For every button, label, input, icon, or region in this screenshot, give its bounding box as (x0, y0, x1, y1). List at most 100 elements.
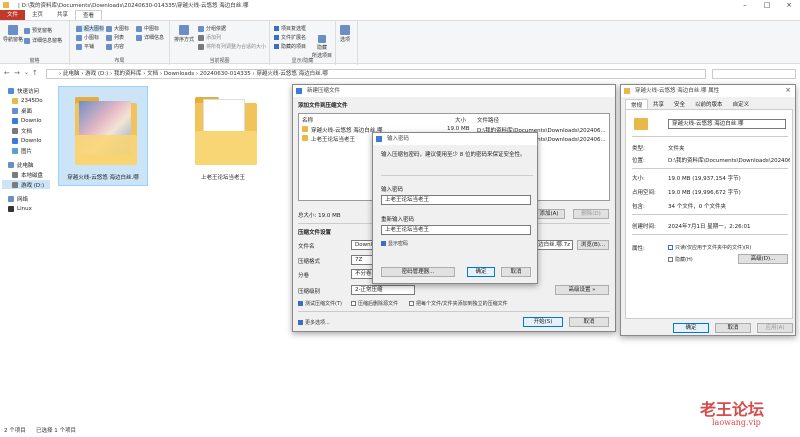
hide-selected-button[interactable]: 隐藏 所选项目 (312, 35, 332, 59)
group-label: 当前视图 (209, 58, 230, 64)
file-extensions-toggle[interactable]: 文件扩展名 (274, 34, 306, 41)
tab-customize[interactable]: 自定义 (728, 99, 755, 109)
group-by-button[interactable]: 分组依据 (198, 25, 226, 32)
show-password-toggle[interactable]: 显示密码 (381, 240, 408, 247)
close-button[interactable]: × (778, 0, 800, 10)
level-select[interactable]: 2-正常压缩 (351, 285, 415, 295)
file-explorer-window: | D:\我的资料库\Documents\Downloads\20240630-… (0, 0, 800, 437)
delete-button[interactable]: 删除(D) (573, 209, 609, 219)
nav-pane: 快速访问 2345Do 桌面 Downlo 文档 Downlo 图片 此电脑 本… (0, 84, 52, 424)
nav-item[interactable]: 本地磁盘 (12, 170, 43, 179)
nav-item[interactable]: 2345Do (12, 96, 43, 105)
back-icon[interactable]: ← (4, 69, 10, 77)
layout-tiles[interactable]: 平铺 (76, 43, 94, 50)
linux-icon (8, 205, 14, 212)
more-options[interactable]: 更多选项... (298, 319, 330, 326)
file-name: 上老王论坛当老王 (200, 175, 245, 181)
checkbox-icon (274, 44, 279, 49)
checkbox-icon (381, 241, 386, 246)
tab-home[interactable]: 主页 (25, 10, 50, 20)
tab-previous-versions[interactable]: 以前的版本 (690, 99, 728, 109)
layout-xl-icons[interactable]: 超大图标 (76, 25, 105, 32)
minimize-button[interactable]: – (734, 0, 756, 10)
cancel-button[interactable]: 取消 (501, 267, 531, 277)
hidden-items-toggle[interactable]: 隐藏的项目 (274, 43, 306, 50)
group-label: 窗格 (29, 58, 40, 64)
location-value: D:\我的资料库\Documents\Downloads\20240630-( (668, 158, 790, 164)
add-column-button[interactable]: 添加列 (198, 34, 221, 41)
file-item[interactable]: 上老王论坛当老王 (178, 86, 268, 186)
sort-icon (179, 25, 189, 35)
file-item[interactable]: 穿越火线-云悠悠 海边白丝.哪 (58, 86, 148, 186)
layout-details[interactable]: 详细信息 (136, 34, 164, 41)
test-archive-option[interactable]: 测试压缩文件(T) (298, 300, 342, 307)
preview-pane-button[interactable]: 预览窗格 (24, 27, 52, 34)
nav-item[interactable]: Downlo (12, 136, 41, 145)
key-icon (376, 136, 382, 142)
delete-source-option[interactable]: 压缩后删除源文件 (351, 300, 398, 307)
item-checkboxes-toggle[interactable]: 项目复选框 (274, 25, 306, 32)
readonly-checkbox[interactable]: 只读(仅应用于文件夹中的文件)(R) (668, 244, 751, 251)
tab-view[interactable]: 查看 (75, 10, 103, 20)
password-label: 输入密码 (381, 187, 404, 193)
nav-item[interactable]: 文档 (12, 126, 32, 135)
password-manager-button[interactable]: 密码管理器... (381, 267, 455, 277)
cancel-button[interactable]: 取消 (569, 317, 609, 327)
apply-button[interactable]: 应用(A) (757, 323, 793, 333)
general-tab-panel: 穿越火线-云悠悠 海边白丝.哪 类型: 文件夹 位置: D:\我的资料库\Doc… (625, 109, 793, 319)
checkbox-icon (668, 257, 673, 262)
forward-icon[interactable]: → (14, 69, 20, 77)
nav-item-selected[interactable]: 游戏 (D:) (2, 180, 50, 189)
window-title: | D:\我的资料库\Documents\Downloads\20240630-… (18, 3, 249, 9)
layout-content[interactable]: 内容 (106, 43, 124, 50)
document-icon (12, 127, 18, 134)
fit-columns-button[interactable]: 将所有列调整为合适的大小 (198, 43, 266, 50)
tab-sharing[interactable]: 共享 (648, 99, 669, 109)
tab-general[interactable]: 常规 (625, 99, 649, 109)
up-icon[interactable]: ↑ (32, 69, 38, 77)
tab-security[interactable]: 安全 (669, 99, 690, 109)
recent-chevron-icon[interactable]: ⌄ (24, 69, 29, 76)
ok-button[interactable]: 确定 (467, 267, 495, 277)
column-header[interactable]: 大小 (455, 116, 466, 124)
nav-network[interactable]: 网络 (8, 194, 28, 203)
layout-medium-icons[interactable]: 中图标 (136, 25, 159, 32)
nav-item[interactable]: Downlo (12, 116, 41, 125)
layout-list[interactable]: 列表 (106, 34, 124, 41)
checkbox-icon (668, 245, 673, 250)
layout-large-icons[interactable]: 大图标 (106, 25, 129, 32)
cancel-button[interactable]: 取消 (715, 323, 751, 333)
search-input[interactable] (712, 69, 796, 79)
dialog-title: 新建压缩文件 (293, 85, 615, 97)
options-button[interactable]: 选项 (340, 25, 350, 43)
advanced-button[interactable]: 高级(D)... (738, 254, 788, 264)
nav-quick-access[interactable]: 快速访问 (8, 86, 39, 95)
hidden-checkbox[interactable]: 隐藏(H) (668, 256, 693, 263)
separate-archives-option[interactable]: 把每个文件/文件夹添加到独立的压缩文件 (409, 300, 508, 307)
nav-linux[interactable]: Linux (8, 204, 32, 213)
close-icon[interactable]: × (785, 86, 791, 94)
split-label: 分卷 (298, 273, 310, 279)
confirm-password-field[interactable]: 上老王论坛当老王 (381, 225, 531, 235)
sort-by-button[interactable]: 排序方式 (174, 25, 194, 43)
password-field[interactable]: 上老王论坛当老王 (381, 195, 531, 205)
column-header[interactable]: 名称 (302, 116, 313, 124)
browse-button[interactable]: 浏览(B)... (577, 240, 609, 250)
start-button[interactable]: 开始(S) (523, 317, 563, 327)
tab-share[interactable]: 共享 (50, 10, 75, 20)
breadcrumb: › 此电脑 › 游戏 (D:) › 我的资料库 › 文档 › Downloads… (59, 71, 328, 77)
address-bar[interactable]: › 此电脑 › 游戏 (D:) › 我的资料库 › 文档 › Downloads… (46, 69, 706, 79)
nav-item[interactable]: 图片 (12, 146, 32, 155)
tab-file[interactable]: 文件 (0, 10, 26, 20)
folder-name-field[interactable]: 穿越火线-云悠悠 海边白丝.哪 (668, 119, 786, 129)
maximize-button[interactable]: □ (756, 0, 778, 10)
layout-small-icons[interactable]: 小图标 (76, 34, 99, 41)
nav-item[interactable]: 桌面 (12, 106, 32, 115)
details-pane-button[interactable]: 详细信息窗格 (24, 37, 62, 44)
nav-pane-button[interactable]: 导航窗格 (3, 25, 23, 43)
advanced-settings-button[interactable]: 高级设置 » (555, 285, 609, 295)
nav-pane-icon (8, 25, 18, 35)
nav-this-pc[interactable]: 此电脑 (8, 160, 34, 169)
ok-button[interactable]: 确定 (673, 323, 709, 333)
column-header[interactable]: 文件路径 (477, 116, 499, 124)
